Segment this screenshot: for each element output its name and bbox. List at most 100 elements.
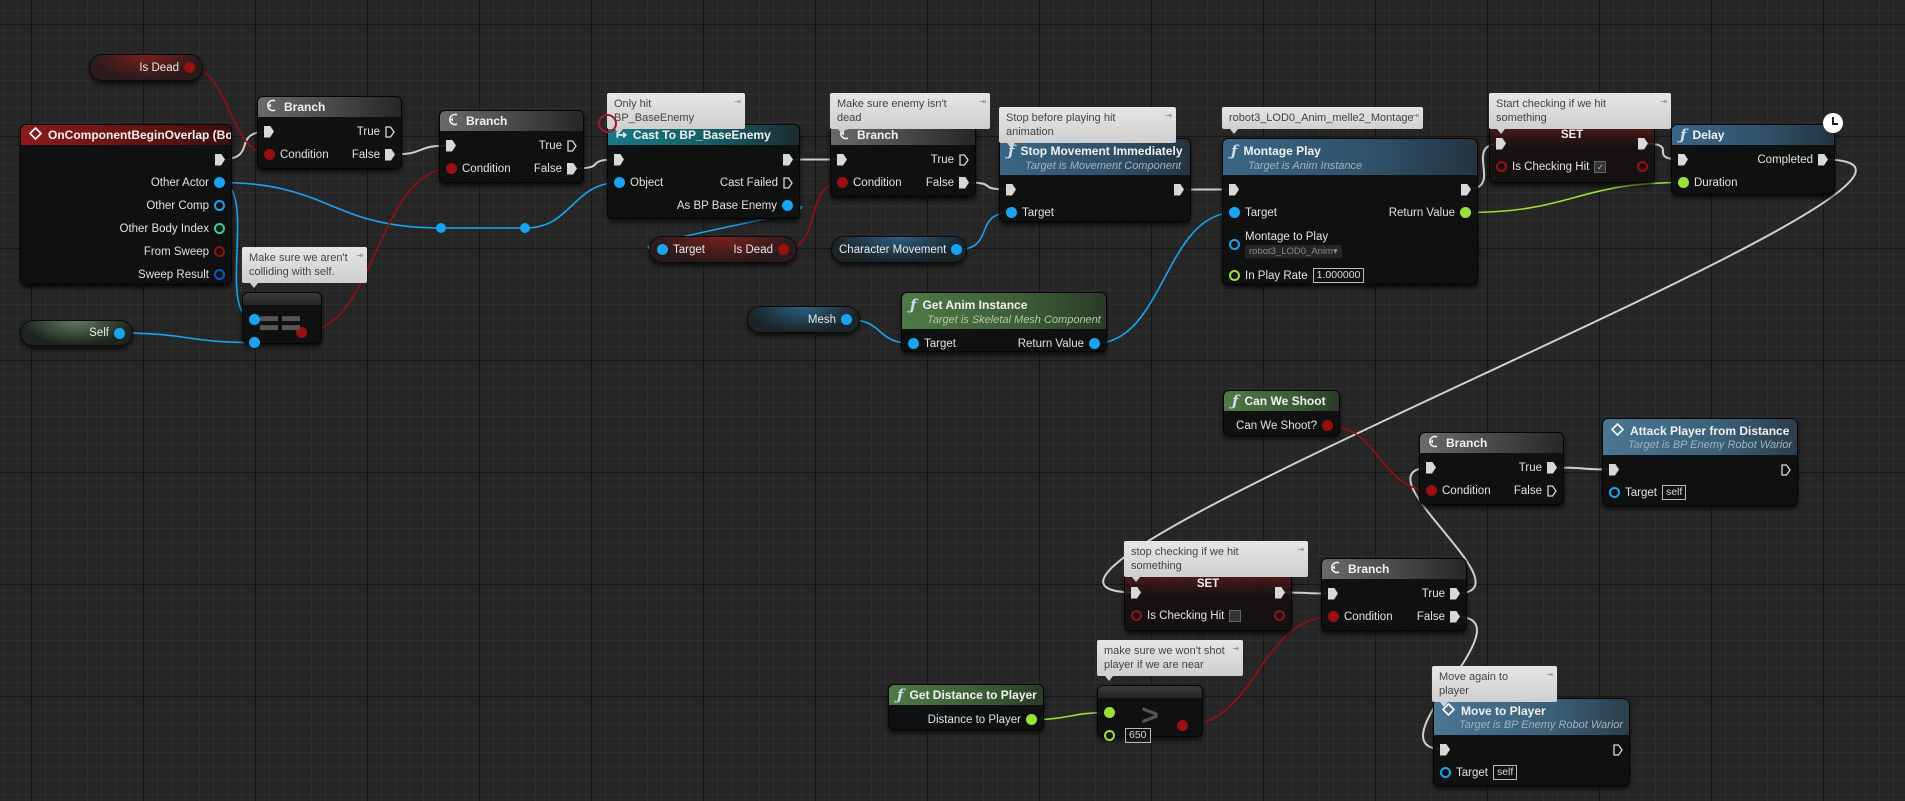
exec-pin-icon[interactable] bbox=[1818, 153, 1828, 166]
exec-pin-icon[interactable] bbox=[1174, 183, 1184, 196]
pin-bool[interactable] bbox=[1269, 610, 1285, 621]
node-equal[interactable] bbox=[242, 292, 322, 348]
float-pin-icon[interactable] bbox=[1104, 707, 1115, 718]
exec-pin-icon[interactable] bbox=[1275, 586, 1285, 599]
float-pin-icon[interactable] bbox=[1229, 270, 1240, 281]
pin-float[interactable] bbox=[1104, 707, 1120, 718]
pin-true[interactable]: True bbox=[357, 126, 395, 138]
pin-return-value[interactable]: Return Value bbox=[1389, 207, 1471, 219]
exec-pin-icon[interactable] bbox=[1131, 586, 1141, 599]
pin-exec[interactable] bbox=[837, 153, 852, 166]
pin-condition[interactable]: Condition bbox=[446, 163, 511, 175]
pin-target[interactable]: Target bbox=[1006, 207, 1054, 219]
comment-pin-icon[interactable]: ⇥ bbox=[1297, 543, 1304, 557]
object-pin-icon[interactable] bbox=[614, 177, 625, 188]
pin-exec[interactable] bbox=[1169, 183, 1184, 196]
comment-bubble[interactable]: stop checking if we hit something ⇥ bbox=[1124, 541, 1308, 582]
pin-exec[interactable] bbox=[1131, 586, 1146, 599]
object-pin-icon[interactable] bbox=[657, 244, 668, 255]
pin-cast-failed[interactable]: Cast Failed bbox=[720, 177, 793, 189]
node-branch[interactable]: Branch True Condition False bbox=[1321, 558, 1467, 631]
pin-exec[interactable] bbox=[1678, 153, 1693, 166]
pin-exec[interactable] bbox=[1609, 463, 1624, 476]
comment-pin-icon[interactable]: ⇥ bbox=[1165, 109, 1172, 123]
pin-exec[interactable] bbox=[1608, 743, 1623, 756]
pin-condition[interactable]: Condition bbox=[837, 177, 902, 189]
node-header[interactable]: Branch bbox=[258, 97, 401, 117]
pin-is-dead[interactable]: Is Dead bbox=[733, 244, 789, 256]
reroute-node[interactable] bbox=[436, 223, 446, 233]
object-wire[interactable] bbox=[119, 332, 255, 344]
montage-dropdown[interactable]: robot3_LOD0_Anim▾ bbox=[1245, 244, 1342, 258]
object-pin-icon[interactable] bbox=[841, 314, 852, 325]
exec-pin-icon[interactable] bbox=[1678, 153, 1688, 166]
comment-pin-icon[interactable]: ⇥ bbox=[734, 95, 741, 109]
node-header[interactable]: ƒ Can We Shoot bbox=[1224, 391, 1339, 411]
exec-pin-icon[interactable] bbox=[783, 153, 793, 166]
pin-exec[interactable] bbox=[264, 125, 279, 138]
node-set[interactable]: SET Is Checking Hit ✓ bbox=[1489, 124, 1655, 183]
pin-is-checking-hit[interactable]: Is Checking Hit ✓ bbox=[1496, 160, 1607, 173]
comment-pin-icon[interactable]: ⇥ bbox=[356, 249, 363, 263]
bool-pin-icon[interactable] bbox=[446, 163, 457, 174]
breakpoint-icon[interactable] bbox=[598, 114, 617, 133]
comment-pin-icon[interactable]: ⇥ bbox=[1546, 668, 1553, 682]
float-pin-icon[interactable] bbox=[1104, 730, 1115, 741]
node-delay[interactable]: ƒ Delay Completed Duration bbox=[1671, 124, 1835, 195]
pin-target[interactable]: Target bbox=[1229, 207, 1277, 219]
node-header[interactable]: OnComponentBeginOverlap (Box) bbox=[21, 125, 231, 145]
exec-pin-icon[interactable] bbox=[1781, 463, 1791, 476]
comment-bubble[interactable]: Only hit BP_BaseEnemy ⇥ bbox=[607, 93, 745, 134]
comment-pin-icon[interactable]: ⇥ bbox=[979, 95, 986, 109]
comment-pin-icon[interactable]: ⇥ bbox=[1412, 109, 1419, 123]
node-cast-to-bp-baseenemy[interactable]: ↦ Cast To BP_BaseEnemy Object Cast Failed As… bbox=[607, 124, 800, 219]
node-attack-player-from-distance[interactable]: Attack Player from Distance Target is BP … bbox=[1602, 418, 1798, 506]
exec-pin-icon[interactable] bbox=[1450, 610, 1460, 623]
node-montage-play[interactable]: ƒ Montage Play Target is Anim Instance Targ… bbox=[1222, 138, 1478, 285]
exec-pin-icon[interactable] bbox=[1496, 137, 1506, 150]
bool-pin-icon[interactable] bbox=[1328, 611, 1339, 622]
node-header[interactable]: ƒ Delay bbox=[1672, 125, 1834, 145]
pin-exec[interactable] bbox=[1229, 183, 1244, 196]
object-pin-icon[interactable] bbox=[908, 338, 919, 349]
bool-pin-icon[interactable] bbox=[264, 149, 275, 160]
exec-pin-icon[interactable] bbox=[1426, 461, 1436, 474]
pin-can-we-shoot-[interactable]: Can We Shoot? bbox=[1236, 420, 1333, 432]
pin-false[interactable]: False bbox=[926, 176, 969, 189]
pin-exec[interactable] bbox=[1633, 137, 1648, 150]
exec-pin-icon[interactable] bbox=[1547, 461, 1557, 474]
checkbox[interactable]: ✓ bbox=[1594, 160, 1607, 173]
float-pin-icon[interactable] bbox=[1460, 207, 1471, 218]
pin-is-dead[interactable]: Is Dead bbox=[139, 62, 195, 74]
comment-bubble[interactable]: Move again to player ⇥ bbox=[1432, 666, 1557, 707]
pin-exec[interactable] bbox=[614, 153, 629, 166]
pin-true[interactable]: True bbox=[1519, 461, 1557, 474]
node-header[interactable]: Branch bbox=[1322, 559, 1466, 579]
node-header[interactable]: Branch bbox=[1420, 433, 1563, 453]
object-pin-icon[interactable] bbox=[782, 200, 793, 211]
bool-pin-icon[interactable] bbox=[778, 244, 789, 255]
node-get-distance-to-player[interactable]: ƒ Get Distance to Player Distance to Playe… bbox=[888, 684, 1044, 730]
node-header[interactable]: ƒ Stop Movement Immediately Target is Move… bbox=[1000, 139, 1190, 175]
pin-from-sweep[interactable]: From Sweep bbox=[144, 246, 225, 258]
exec-pin-icon[interactable] bbox=[1440, 743, 1450, 756]
object-wire[interactable] bbox=[1094, 211, 1235, 345]
bool-pin-icon[interactable] bbox=[214, 246, 225, 257]
bool-pin-icon[interactable] bbox=[1426, 485, 1437, 496]
node-branch[interactable]: Branch True Condition False bbox=[830, 124, 976, 197]
pin-self[interactable]: Self bbox=[89, 327, 125, 339]
exec-pin-icon[interactable] bbox=[1547, 484, 1557, 497]
bool-wire[interactable] bbox=[1327, 424, 1432, 492]
pin-condition[interactable]: Condition bbox=[264, 149, 329, 161]
pin-other-body-index[interactable]: Other Body Index bbox=[120, 223, 225, 235]
node-header[interactable]: ƒ Get Anim Instance Target is Skeletal Mes… bbox=[902, 293, 1106, 329]
pin-montage-to-play[interactable]: Montage to Play robot3_LOD0_Anim▾ bbox=[1229, 231, 1342, 258]
pin-false[interactable]: False bbox=[1417, 610, 1460, 623]
object-pin-icon[interactable] bbox=[951, 244, 963, 255]
variable-tgt[interactable]: Target Is Dead bbox=[649, 236, 797, 263]
pin-other-comp[interactable]: Other Comp bbox=[146, 200, 225, 212]
pin-completed[interactable]: Completed bbox=[1757, 153, 1828, 166]
float-wire[interactable] bbox=[1465, 181, 1684, 214]
exec-pin-icon[interactable] bbox=[567, 162, 577, 175]
pin-as-bp-base-enemy[interactable]: As BP Base Enemy bbox=[677, 200, 793, 212]
